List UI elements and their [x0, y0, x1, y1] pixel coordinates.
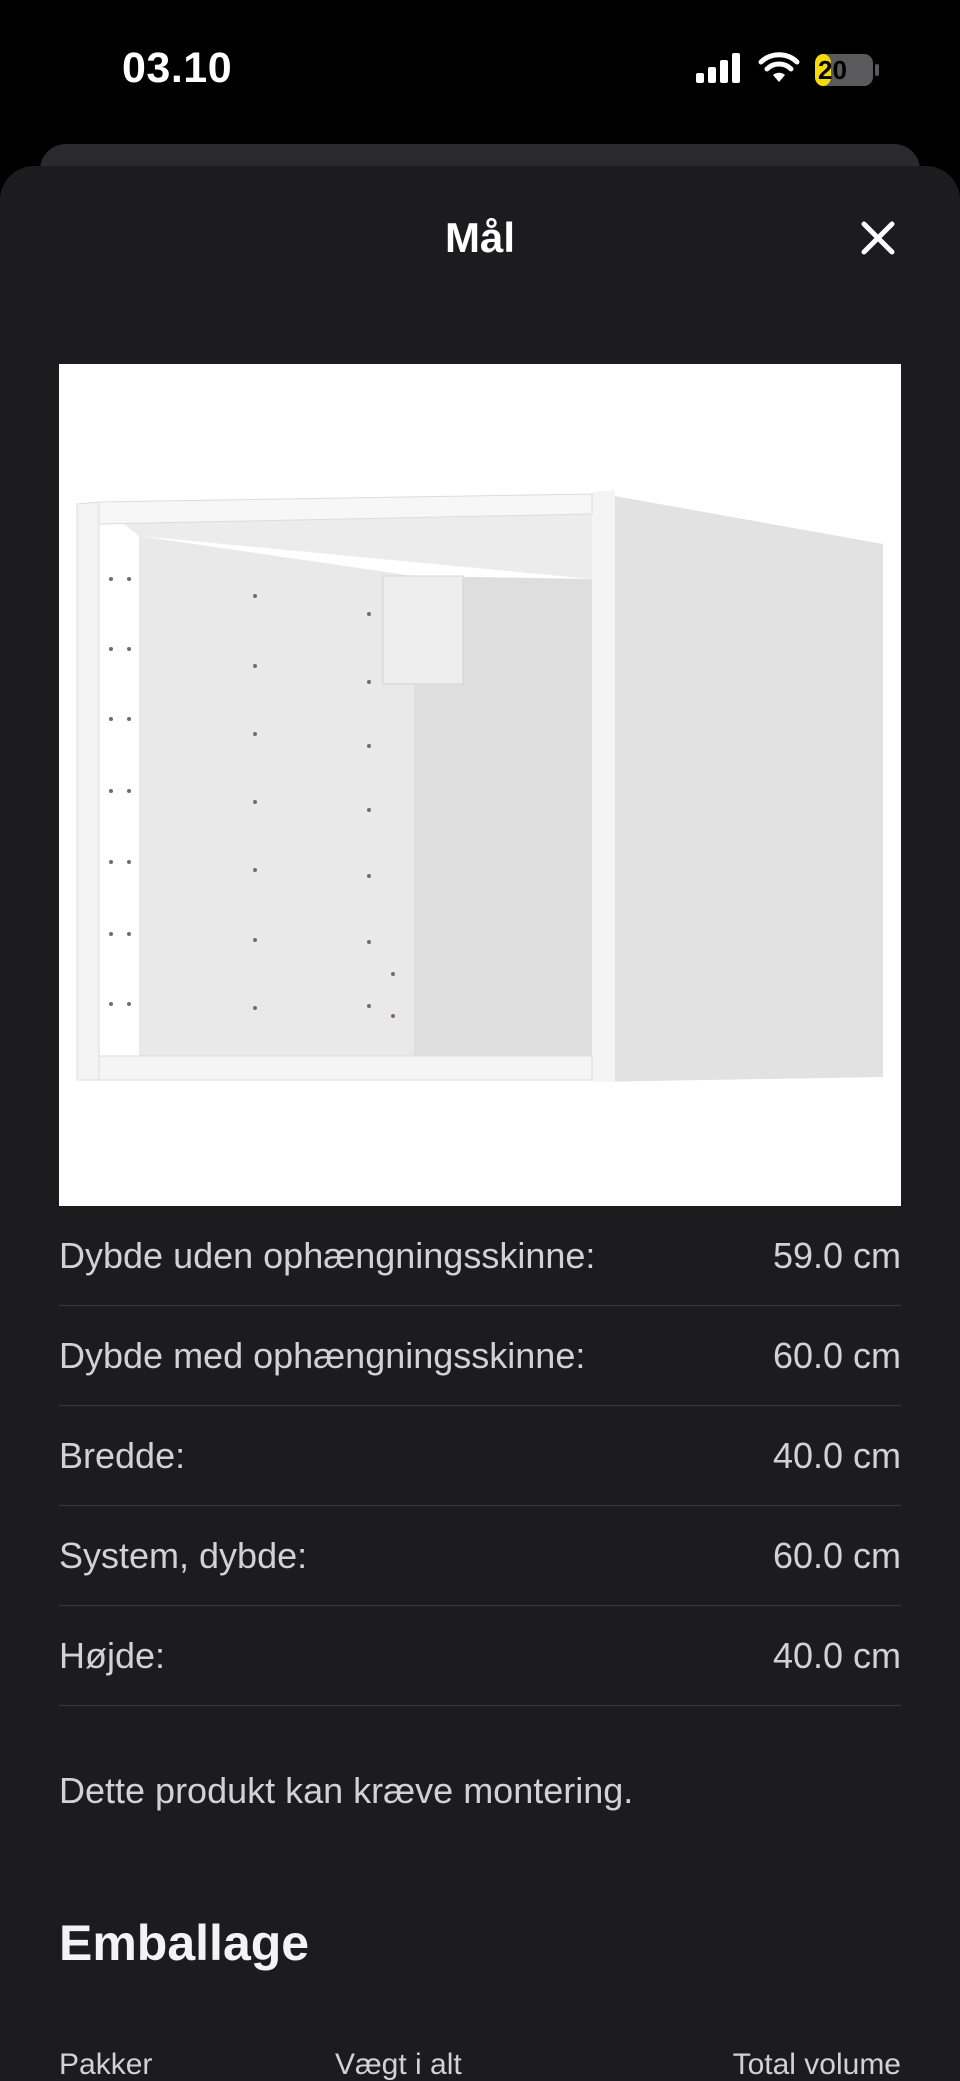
status-icons: 20	[696, 50, 880, 90]
column-header-total-volume: Total volume	[732, 2048, 901, 2081]
spec-row: Dybde med ophængningsskinne: 60.0 cm	[59, 1306, 901, 1406]
spec-label: System, dybde:	[59, 1534, 308, 1576]
battery-level: 20	[818, 55, 847, 85]
wifi-icon	[758, 51, 800, 89]
spec-value: 40.0 cm	[772, 1434, 901, 1476]
spec-value: 60.0 cm	[772, 1534, 901, 1576]
spec-value: 59.0 cm	[772, 1234, 901, 1276]
status-time: 03.10	[122, 44, 233, 92]
spec-value: 40.0 cm	[772, 1634, 901, 1676]
spec-label: Dybde uden ophængningsskinne:	[59, 1234, 596, 1276]
spec-row: Bredde: 40.0 cm	[59, 1406, 901, 1506]
packaging-title: Emballage	[59, 1915, 310, 1971]
spec-list: Dybde uden ophængningsskinne: 59.0 cm Dy…	[59, 1206, 901, 1706]
close-button[interactable]	[854, 214, 902, 262]
spec-label: Dybde med ophængningsskinne:	[59, 1334, 586, 1376]
spec-row: Højde: 40.0 cm	[59, 1606, 901, 1706]
packaging-table-header: Pakker Vægt i alt Total volume	[59, 2048, 901, 2081]
spec-row: Dybde uden ophængningsskinne: 59.0 cm	[59, 1206, 901, 1306]
sheet-title: Mål	[444, 214, 515, 261]
spec-row: System, dybde: 60.0 cm	[59, 1506, 901, 1606]
column-header-packages: Pakker	[59, 2048, 153, 2081]
signal-icon	[696, 52, 744, 88]
spec-label: Bredde:	[59, 1434, 186, 1476]
dimensions-sheet: Mål Dybde uden ophængningsskinne: 59.0 c…	[0, 166, 960, 2081]
close-icon	[861, 221, 895, 255]
assembly-note: Dette produkt kan kræve montering.	[59, 1770, 634, 1811]
column-header-total-weight: Vægt i alt	[335, 2048, 462, 2081]
product-image	[59, 364, 901, 1206]
battery-icon: 20	[814, 53, 880, 87]
spec-label: Højde:	[59, 1634, 166, 1676]
status-bar: 03.10 20	[0, 0, 960, 140]
spec-value: 60.0 cm	[772, 1334, 901, 1376]
